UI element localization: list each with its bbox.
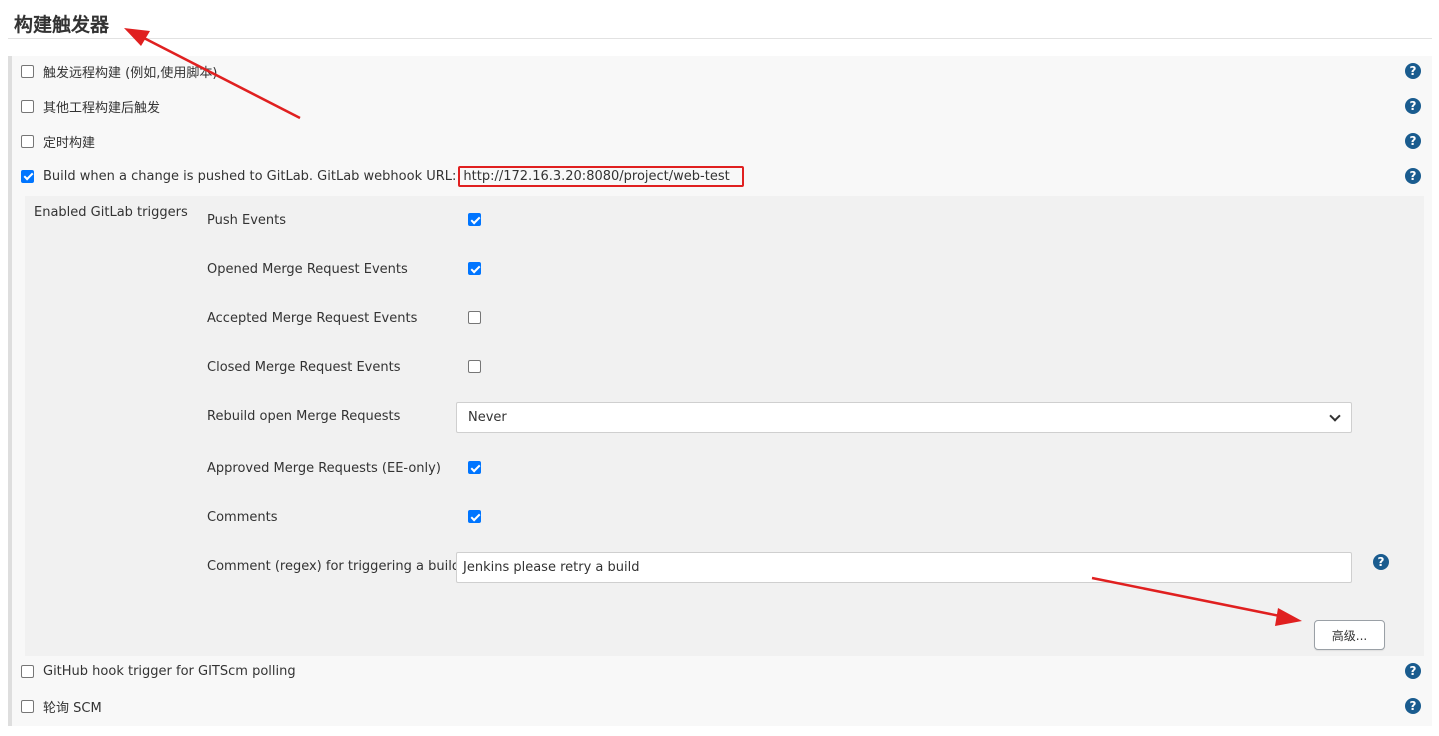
help-icon[interactable]: ?: [1405, 133, 1421, 149]
triggers-panel: 触发远程构建 (例如,使用脚本) ? 其他工程构建后触发 ? 定时构建 ? Bu…: [8, 56, 1432, 726]
trigger-gitlab-row: Build when a change is pushed to GitLab.…: [21, 164, 744, 188]
title-divider: [8, 38, 1432, 39]
gitlab-triggers-label: Enabled GitLab triggers: [34, 205, 188, 220]
help-icon[interactable]: ?: [1405, 63, 1421, 79]
opt-opened-mr-label: Opened Merge Request Events: [207, 262, 408, 277]
closed-mr-checkbox[interactable]: [468, 360, 481, 373]
gitlab-webhook-url: http://172.16.3.20:8080/project/web-test: [458, 165, 744, 187]
opt-accepted-mr-label: Accepted Merge Request Events: [207, 311, 418, 326]
trigger-after-other-checkbox[interactable]: [21, 99, 34, 113]
opened-mr-checkbox[interactable]: [468, 262, 481, 275]
comment-regex-value: Jenkins please retry a build: [463, 560, 640, 575]
trigger-github-hook-row: GitHub hook trigger for GITScm polling: [21, 659, 296, 683]
trigger-periodic-label: 定时构建: [43, 135, 96, 151]
accepted-mr-checkbox[interactable]: [468, 311, 481, 324]
help-icon[interactable]: ?: [1405, 98, 1421, 114]
rebuild-select-value: Never: [468, 410, 507, 425]
opt-comments-label: Comments: [207, 510, 278, 525]
help-icon[interactable]: ?: [1405, 663, 1421, 679]
trigger-after-other-row: 其他工程构建后触发: [21, 94, 160, 118]
trigger-poll-scm-row: 轮询 SCM: [21, 694, 102, 718]
section-title: 构建触发器: [14, 14, 110, 36]
rebuild-open-mr-select[interactable]: Never: [456, 402, 1352, 433]
trigger-gitlab-label: Build when a change is pushed to GitLab.…: [43, 168, 457, 184]
push-events-checkbox[interactable]: [468, 213, 481, 226]
trigger-poll-scm-checkbox[interactable]: [21, 699, 34, 713]
opt-comment-regex-label: Comment (regex) for triggering a build: [207, 559, 461, 574]
trigger-after-other-label: 其他工程构建后触发: [43, 100, 161, 116]
opt-approved-mr-label: Approved Merge Requests (EE-only): [207, 461, 441, 476]
opt-push-events-label: Push Events: [207, 213, 287, 228]
approved-mr-checkbox[interactable]: [468, 461, 481, 474]
trigger-github-hook-label: GitHub hook trigger for GITScm polling: [43, 663, 296, 679]
opt-rebuild-open-mr-label: Rebuild open Merge Requests: [207, 409, 401, 424]
trigger-gitlab-checkbox[interactable]: [21, 169, 34, 183]
gitlab-triggers-section: Enabled GitLab triggers Push Events Open…: [25, 196, 1424, 656]
comment-regex-input[interactable]: Jenkins please retry a build: [456, 552, 1352, 583]
help-icon[interactable]: ?: [1405, 168, 1421, 184]
opt-closed-mr-label: Closed Merge Request Events: [207, 360, 401, 375]
trigger-github-hook-checkbox[interactable]: [21, 664, 34, 678]
trigger-remote-label: 触发远程构建 (例如,使用脚本): [43, 65, 218, 81]
trigger-remote-checkbox[interactable]: [21, 64, 34, 78]
trigger-periodic-checkbox[interactable]: [21, 134, 34, 148]
chevron-down-icon: [1329, 410, 1341, 422]
trigger-poll-scm-label: 轮询 SCM: [43, 700, 102, 716]
trigger-remote-row: 触发远程构建 (例如,使用脚本): [21, 59, 217, 83]
trigger-periodic-row: 定时构建: [21, 129, 95, 153]
advanced-button[interactable]: 高级...: [1314, 620, 1385, 650]
help-icon[interactable]: ?: [1373, 554, 1389, 570]
help-icon[interactable]: ?: [1405, 698, 1421, 714]
comments-checkbox[interactable]: [468, 510, 481, 523]
